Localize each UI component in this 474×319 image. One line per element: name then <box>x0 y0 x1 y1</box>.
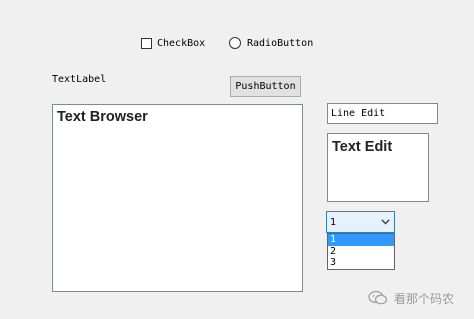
checkbox[interactable]: CheckBox <box>141 36 205 50</box>
push-button[interactable]: PushButton <box>230 76 301 97</box>
checkbox-label[interactable]: CheckBox <box>157 38 205 49</box>
text-browser-content: Text Browser <box>57 109 148 125</box>
watermark-text: 看那个码农 <box>394 291 455 306</box>
text-label: TextLabel <box>52 74 107 85</box>
watermark: 看那个码农 <box>368 287 454 309</box>
text-edit[interactable]: Text Edit <box>327 133 429 202</box>
dropdown-option[interactable]: 2 <box>328 246 394 258</box>
radio-button-label[interactable]: RadioButton <box>247 38 313 49</box>
line-edit[interactable]: Line Edit <box>327 103 438 124</box>
combo-box[interactable]: 1 <box>326 211 395 233</box>
chevron-down-icon[interactable] <box>380 217 390 227</box>
combo-box-dropdown: 1 2 3 <box>327 233 395 270</box>
dropdown-option[interactable]: 3 <box>328 257 394 269</box>
dropdown-option[interactable]: 1 <box>328 234 394 246</box>
wechat-icon <box>368 290 388 305</box>
radio-button[interactable]: RadioButton <box>229 36 313 50</box>
checkbox-box[interactable] <box>141 37 152 49</box>
text-browser[interactable]: Text Browser <box>52 104 303 292</box>
text-edit-content: Text Edit <box>332 139 393 155</box>
radio-circle[interactable] <box>229 37 241 49</box>
combo-box-value: 1 <box>330 216 337 228</box>
